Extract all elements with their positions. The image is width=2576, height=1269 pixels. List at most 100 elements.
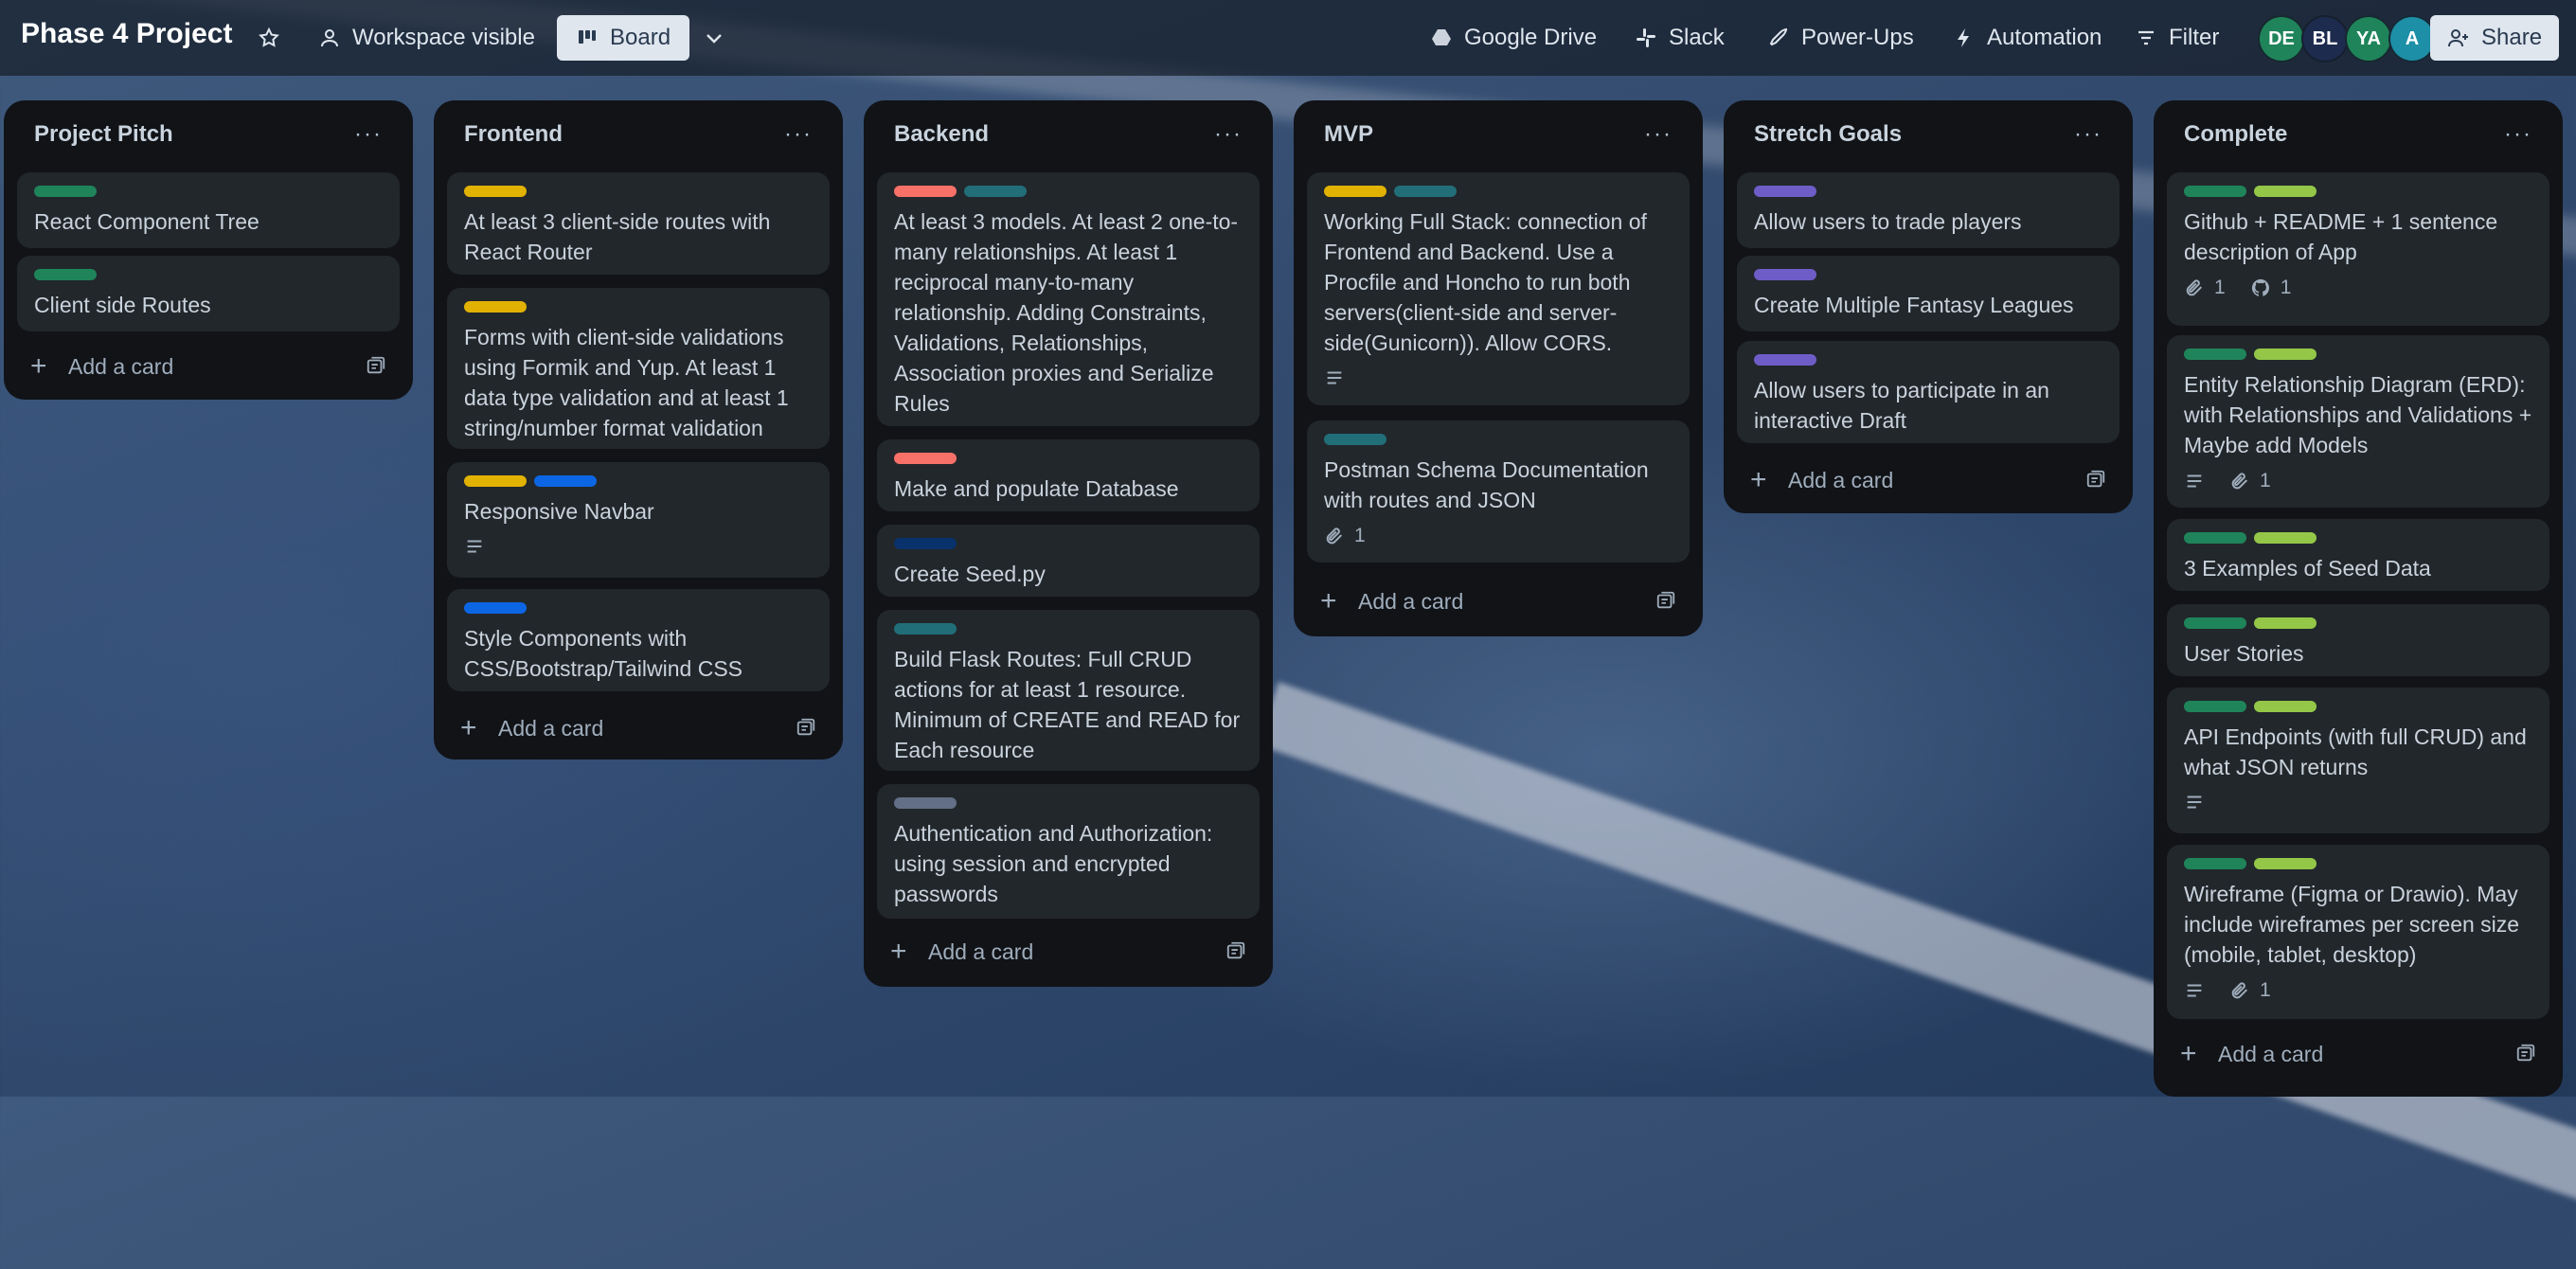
- card[interactable]: Create Seed.py: [877, 525, 1260, 597]
- card-label-yellow[interactable]: [1324, 186, 1386, 197]
- card-label-purple[interactable]: [1754, 186, 1816, 197]
- card[interactable]: At least 3 models. At least 2 one-to-man…: [877, 172, 1260, 426]
- list-title[interactable]: Complete: [2184, 121, 2287, 148]
- add-card-button[interactable]: + Add a card: [877, 928, 1260, 975]
- add-card-button[interactable]: + Add a card: [1737, 456, 2120, 504]
- card-label-lime[interactable]: [2254, 532, 2317, 544]
- card-label-blue[interactable]: [464, 602, 527, 614]
- card[interactable]: Github + README + 1 sentence description…: [2167, 172, 2549, 326]
- card-label-navy[interactable]: [894, 538, 957, 549]
- visibility-button[interactable]: Workspace visible: [318, 15, 535, 61]
- card-badges: [1324, 367, 1673, 388]
- card-label-teal[interactable]: [894, 623, 957, 634]
- card[interactable]: 3 Examples of Seed Data: [2167, 519, 2549, 591]
- card[interactable]: Authentication and Authorization: using …: [877, 784, 1260, 919]
- add-card-button[interactable]: + Add a card: [1307, 578, 1690, 625]
- card-label-yellow[interactable]: [464, 475, 527, 487]
- card-label-teal[interactable]: [1394, 186, 1457, 197]
- card-label-lime[interactable]: [2254, 701, 2317, 712]
- avatar[interactable]: DE: [2258, 15, 2305, 63]
- avatar[interactable]: A: [2388, 15, 2436, 63]
- card[interactable]: Style Components with CSS/Bootstrap/Tail…: [447, 589, 830, 691]
- card-template-icon[interactable]: [2515, 1043, 2536, 1063]
- card-label-green[interactable]: [2184, 701, 2246, 712]
- list-title[interactable]: Stretch Goals: [1754, 121, 1902, 148]
- list-frontend: Frontend ··· At least 3 client-side routes…: [434, 100, 843, 760]
- list-title[interactable]: Backend: [894, 121, 989, 148]
- list-title[interactable]: MVP: [1324, 121, 1373, 148]
- card[interactable]: Postman Schema Documentation with routes…: [1307, 420, 1690, 563]
- card[interactable]: Allow users to participate in an interac…: [1737, 341, 2120, 443]
- list-menu-button[interactable]: ···: [2504, 121, 2532, 148]
- card-label-teal[interactable]: [1324, 434, 1386, 445]
- card-label-lime[interactable]: [2254, 186, 2317, 197]
- card-label-lime[interactable]: [2254, 349, 2317, 360]
- list-menu-button[interactable]: ···: [1644, 121, 1673, 148]
- card-label-red[interactable]: [894, 186, 957, 197]
- card-template-icon[interactable]: [2085, 469, 2106, 490]
- avatar[interactable]: BL: [2301, 15, 2349, 63]
- card[interactable]: User Stories: [2167, 604, 2549, 676]
- card[interactable]: Create Multiple Fantasy Leagues: [1737, 256, 2120, 331]
- rocket-icon: [1769, 27, 1788, 46]
- card-label-red[interactable]: [894, 453, 957, 464]
- card-title: Allow users to participate in an interac…: [1754, 378, 2049, 433]
- share-button[interactable]: Share: [2430, 15, 2560, 61]
- avatar[interactable]: YA: [2345, 15, 2392, 63]
- card-label-green[interactable]: [34, 186, 97, 197]
- card-template-icon[interactable]: [1225, 940, 1246, 961]
- list-menu-button[interactable]: ···: [1214, 121, 1243, 148]
- card-label-green[interactable]: [2184, 858, 2246, 869]
- card-label-purple[interactable]: [1754, 269, 1816, 280]
- card-label-blue[interactable]: [534, 475, 597, 487]
- card-label-green[interactable]: [34, 269, 97, 280]
- description-badge: [464, 536, 485, 557]
- filter-label: Filter: [2169, 25, 2220, 50]
- card[interactable]: At least 3 client-side routes with React…: [447, 172, 830, 275]
- card-label-purple[interactable]: [1754, 354, 1816, 366]
- card-template-icon[interactable]: [1655, 590, 1676, 611]
- card[interactable]: React Component Tree: [17, 172, 400, 248]
- automation-button[interactable]: Automation: [1953, 15, 2102, 61]
- card-label-lime[interactable]: [2254, 617, 2317, 629]
- card-label-yellow[interactable]: [464, 301, 527, 313]
- add-card-button[interactable]: + Add a card: [2167, 1030, 2549, 1078]
- list-title[interactable]: Frontend: [464, 121, 563, 148]
- add-card-button[interactable]: + Add a card: [17, 343, 400, 390]
- list-title[interactable]: Project Pitch: [34, 121, 173, 148]
- list-menu-button[interactable]: ···: [784, 121, 813, 148]
- card[interactable]: Forms with client-side validations using…: [447, 288, 830, 449]
- card[interactable]: Allow users to trade players: [1737, 172, 2120, 248]
- google-drive-button[interactable]: Google Drive: [1430, 15, 1597, 61]
- filter-button[interactable]: Filter: [2135, 15, 2219, 61]
- card-label-green[interactable]: [2184, 617, 2246, 629]
- slack-icon: [1637, 28, 1655, 47]
- card[interactable]: Make and populate Database: [877, 439, 1260, 511]
- card-label-yellow[interactable]: [464, 186, 527, 197]
- board-view-button[interactable]: Board: [557, 15, 690, 61]
- view-switcher-button[interactable]: [703, 15, 725, 61]
- card-label-lime[interactable]: [2254, 858, 2317, 869]
- card-label-green[interactable]: [2184, 349, 2246, 360]
- card[interactable]: Wireframe (Figma or Drawio). May include…: [2167, 845, 2549, 1019]
- list-menu-button[interactable]: ···: [2074, 121, 2102, 148]
- card[interactable]: Entity Relationship Diagram (ERD): with …: [2167, 335, 2549, 508]
- add-card-button[interactable]: + Add a card: [447, 705, 830, 752]
- card-label-green[interactable]: [2184, 186, 2246, 197]
- card[interactable]: Working Full Stack: connection of Fronte…: [1307, 172, 1690, 405]
- people-icon: [321, 29, 338, 47]
- card[interactable]: Client side Routes: [17, 256, 400, 331]
- card[interactable]: API Endpoints (with full CRUD) and what …: [2167, 688, 2549, 833]
- card-template-icon[interactable]: [796, 717, 816, 738]
- powerups-button[interactable]: Power-Ups: [1767, 15, 1914, 61]
- board-title[interactable]: Phase 4 Project: [21, 18, 232, 50]
- card-label-teal[interactable]: [964, 186, 1027, 197]
- slack-button[interactable]: Slack: [1635, 15, 1725, 61]
- list-menu-button[interactable]: ···: [354, 121, 383, 148]
- card-label-gray[interactable]: [894, 797, 957, 809]
- card[interactable]: Responsive Navbar: [447, 462, 830, 578]
- card-template-icon[interactable]: [366, 355, 386, 376]
- card[interactable]: Build Flask Routes: Full CRUD actions fo…: [877, 610, 1260, 771]
- card-label-green[interactable]: [2184, 532, 2246, 544]
- star-button[interactable]: [258, 15, 280, 61]
